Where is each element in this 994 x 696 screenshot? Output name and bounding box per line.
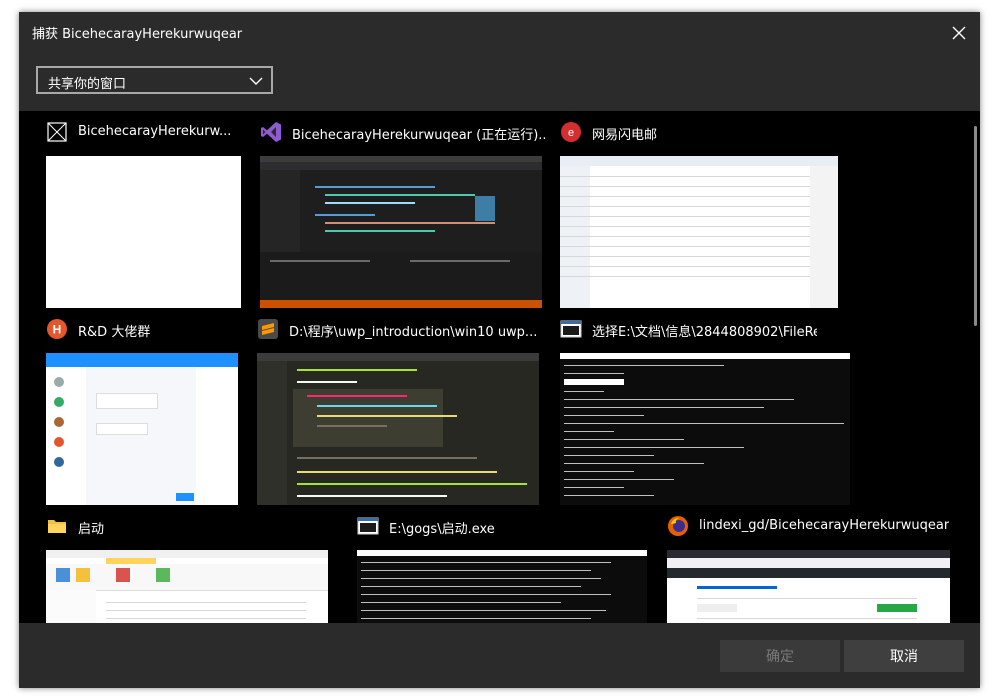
window-item[interactable]: E:\gogs\启动.exe xyxy=(357,515,657,623)
window-item[interactable]: lindexi_gd/BicehecarayHerekurwuqear... xyxy=(667,515,962,623)
window-thumbnail xyxy=(257,353,539,505)
window-item[interactable]: D:\程序\uwp_introduction\win10 uwp... xyxy=(257,318,552,508)
svg-text:H: H xyxy=(53,323,62,337)
folder-icon xyxy=(48,520,66,533)
window-thumbnail xyxy=(667,550,950,623)
dialog-footer: 确定 取消 xyxy=(19,623,980,688)
dropdown-selected-value: 共享你的窗口 xyxy=(48,77,127,92)
window-item[interactable]: e 网易闪电邮 xyxy=(560,121,850,311)
chat-group-icon: H xyxy=(47,319,67,339)
window-title: 网易闪电邮 xyxy=(592,128,658,143)
window-title: lindexi_gd/BicehecarayHerekurwuqear... xyxy=(699,518,949,533)
window-item[interactable]: 选择E:\文档\信息\2844808902\FileRecv\... xyxy=(560,318,850,508)
window-title: R&D 大佬群 xyxy=(78,325,151,340)
blank-window-icon xyxy=(47,122,67,142)
window-thumbnail xyxy=(46,353,238,505)
close-icon xyxy=(952,26,966,40)
window-item[interactable]: BicehecarayHerekurw... xyxy=(46,121,246,311)
window-thumbnail xyxy=(560,156,838,308)
cancel-button[interactable]: 取消 xyxy=(844,640,964,672)
window-thumbnail xyxy=(560,353,850,505)
window-item[interactable]: H R&D 大佬群 xyxy=(46,318,246,508)
ok-button[interactable]: 确定 xyxy=(720,640,840,672)
window-title: BicehecarayHerekurwuqear (正在运行)... xyxy=(292,128,547,143)
capture-dialog: 捕获 BicehecarayHerekurwuqear 共享你的窗口 Biceh… xyxy=(19,12,980,688)
window-thumbnail xyxy=(46,550,328,623)
title-bar: 捕获 BicehecarayHerekurwuqear xyxy=(19,12,980,52)
netease-mail-icon: e xyxy=(561,122,581,142)
console-window-icon xyxy=(560,320,582,338)
window-item[interactable]: BicehecarayHerekurwuqear (正在运行)... xyxy=(260,121,550,311)
window-thumbnail xyxy=(260,156,542,308)
window-title: 选择E:\文档\信息\2844808902\FileRecv\... xyxy=(592,325,817,340)
window-title: 启动 xyxy=(78,522,105,537)
svg-text:e: e xyxy=(568,127,574,139)
window-item[interactable]: 启动 xyxy=(46,515,336,623)
firefox-icon xyxy=(668,516,688,536)
window-thumbnail xyxy=(357,550,647,623)
close-button[interactable] xyxy=(946,20,972,46)
window-title: BicehecarayHerekurw... xyxy=(78,124,232,139)
window-thumbnail xyxy=(46,156,241,308)
visual-studio-icon xyxy=(261,122,281,142)
window-list: BicehecarayHerekurw... BicehecarayHereku… xyxy=(19,111,980,623)
scrollbar[interactable] xyxy=(974,126,977,326)
console-window-icon xyxy=(357,517,379,535)
chevron-down-icon xyxy=(249,77,263,85)
sublime-text-icon xyxy=(258,319,278,339)
window-title: E:\gogs\启动.exe xyxy=(389,522,495,537)
share-source-dropdown[interactable]: 共享你的窗口 xyxy=(36,66,273,94)
window-title: D:\程序\uwp_introduction\win10 uwp... xyxy=(289,325,538,340)
dialog-title: 捕获 BicehecarayHerekurwuqear xyxy=(32,27,243,42)
